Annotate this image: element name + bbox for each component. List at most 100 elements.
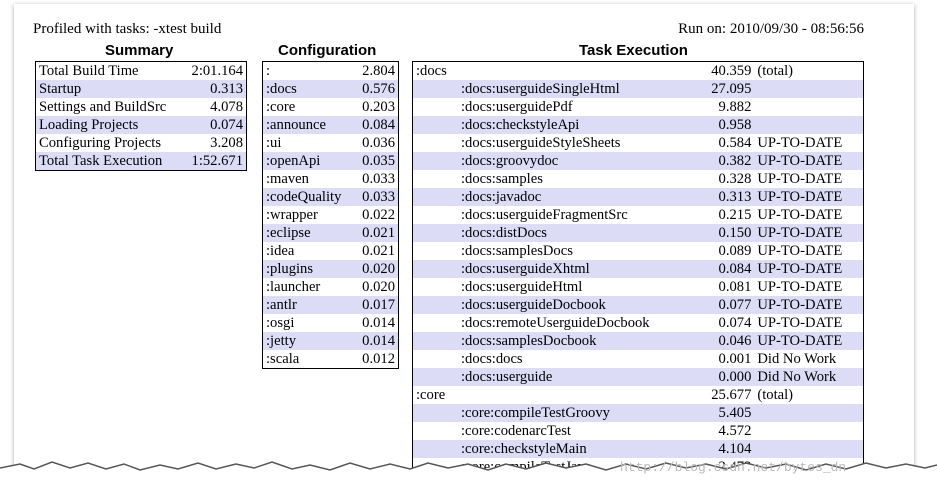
summary-title: Summary bbox=[105, 42, 174, 59]
configuration-row: :scala 0.012 bbox=[263, 350, 399, 369]
task-status bbox=[754, 116, 864, 134]
profiled-with-tasks: Profiled with tasks: -xtest build bbox=[33, 21, 222, 37]
task-row: :docs:groovydoc 0.382 UP-TO-DATE bbox=[412, 152, 864, 170]
configuration-project: :launcher bbox=[266, 279, 321, 295]
task-status: (total) bbox=[757, 387, 794, 403]
task-execution-table: :docs 40.359 (total):docs:userguideSingleH… bbox=[412, 61, 864, 477]
configuration-row: :eclipse 0.021 bbox=[262, 224, 399, 242]
task-time: 0.081 bbox=[718, 279, 752, 295]
configuration-project: :wrapper bbox=[266, 207, 318, 223]
configuration-time: 0.014 bbox=[362, 315, 395, 331]
summary-value: 0.074 bbox=[182, 116, 247, 134]
configuration-project: :plugins bbox=[262, 260, 355, 278]
task-status bbox=[754, 80, 864, 98]
task-row: :docs:userguidePdf 9.882 bbox=[413, 98, 864, 116]
task-status bbox=[754, 404, 864, 422]
task-time: 0.089 bbox=[718, 243, 752, 259]
task-time: 0.084 bbox=[699, 260, 755, 278]
task-row: :docs:distDocs 0.150 UP-TO-DATE bbox=[412, 224, 864, 242]
configuration-row: :codeQuality 0.033 bbox=[262, 188, 399, 206]
task-row: :docs:checkstyleApi 0.958 bbox=[412, 116, 864, 134]
task-row: :docs:samplesDocs 0.089 UP-TO-DATE bbox=[413, 242, 864, 260]
task-time: 0.074 bbox=[718, 315, 752, 331]
task-time: 0.077 bbox=[699, 296, 755, 314]
task-time: 0.150 bbox=[699, 224, 755, 242]
task-row: :docs:userguideDocbook 0.077 UP-TO-DATE bbox=[412, 296, 864, 314]
configuration-time: 0.036 bbox=[362, 135, 395, 151]
task-status bbox=[754, 98, 863, 116]
summary-label: Total Task Execution bbox=[35, 152, 183, 171]
task-name: :docs:userguideXhtml bbox=[412, 260, 700, 278]
summary-row: Loading Projects 0.074 bbox=[35, 116, 247, 134]
task-name: :docs:samplesDocbook bbox=[412, 332, 700, 350]
configuration-project: : bbox=[266, 63, 271, 79]
task-status: UP-TO-DATE bbox=[757, 243, 843, 259]
task-time: 0.958 bbox=[699, 116, 755, 134]
task-status: UP-TO-DATE bbox=[757, 279, 843, 295]
task-name: :docs:userguideHtml bbox=[461, 279, 583, 295]
summary-table: Total Build Time 2:01.164 Startup 0.313 Sett… bbox=[35, 61, 247, 171]
task-row: :docs:samples 0.328 UP-TO-DATE bbox=[413, 170, 864, 188]
configuration-title: Configuration bbox=[278, 42, 377, 59]
task-time: 0.215 bbox=[718, 207, 752, 223]
configuration-time: 0.014 bbox=[354, 332, 399, 350]
summary-label: Total Build Time bbox=[39, 63, 139, 79]
task-status: UP-TO-DATE bbox=[754, 296, 864, 314]
task-time: 0.000 bbox=[699, 368, 755, 386]
task-time: 0.046 bbox=[699, 332, 755, 350]
configuration-time: 0.020 bbox=[354, 260, 399, 278]
configuration-time: 0.017 bbox=[354, 296, 399, 314]
configuration-project: :antlr bbox=[262, 296, 355, 314]
task-name: :docs:userguideFragmentSrc bbox=[461, 207, 628, 223]
task-time: 0.328 bbox=[718, 171, 752, 187]
task-group-row: :core 25.677 (total) bbox=[413, 386, 864, 404]
task-time: 40.359 bbox=[711, 63, 752, 79]
task-name: :docs:samples bbox=[461, 171, 543, 187]
task-status: UP-TO-DATE bbox=[754, 188, 864, 206]
configuration-row: :launcher 0.020 bbox=[263, 278, 399, 296]
task-status: UP-TO-DATE bbox=[754, 260, 864, 278]
task-name: :docs:docs bbox=[461, 351, 523, 367]
configuration-project: :ui bbox=[266, 135, 282, 151]
summary-row: Total Task Execution 1:52.671 bbox=[35, 152, 247, 171]
summary-value: 3.208 bbox=[210, 135, 243, 151]
task-time: 9.882 bbox=[718, 99, 752, 115]
summary-row: Configuring Projects 3.208 bbox=[36, 134, 247, 152]
configuration-row: : 2.804 bbox=[263, 62, 399, 81]
configuration-project: :jetty bbox=[262, 332, 355, 350]
task-row: :docs:docs 0.001 Did No Work bbox=[413, 350, 864, 368]
task-time: 0.313 bbox=[699, 188, 755, 206]
task-time: 27.095 bbox=[699, 80, 755, 98]
task-name: :docs:checkstyleApi bbox=[412, 116, 700, 134]
configuration-project: :eclipse bbox=[262, 224, 355, 242]
configuration-time: 0.033 bbox=[354, 188, 399, 206]
task-name: :docs:javadoc bbox=[412, 188, 700, 206]
summary-label: Loading Projects bbox=[35, 116, 183, 134]
task-name: :core:compileTestGroovy bbox=[412, 404, 700, 422]
task-name: :core bbox=[416, 387, 446, 403]
summary-row: Startup 0.313 bbox=[35, 80, 247, 98]
configuration-time: 0.033 bbox=[362, 171, 395, 187]
task-name: :docs:userguide bbox=[412, 368, 700, 386]
task-time: 0.382 bbox=[699, 152, 755, 170]
task-name: :docs:userguideStyleSheets bbox=[461, 135, 621, 151]
configuration-row: :core 0.203 bbox=[263, 98, 399, 116]
task-status: UP-TO-DATE bbox=[754, 224, 864, 242]
task-row: :docs:userguideStyleSheets 0.584 UP-TO-DAT… bbox=[413, 134, 864, 152]
configuration-row: :openApi 0.035 bbox=[262, 152, 399, 170]
configuration-project: :core bbox=[266, 99, 296, 115]
task-group-row: :docs 40.359 (total) bbox=[413, 62, 864, 81]
configuration-row: :ui 0.036 bbox=[263, 134, 399, 152]
configuration-table: :2.804:docs 0.576:core 0.203:announce 0.084… bbox=[262, 61, 399, 369]
configuration-row: :osgi 0.014 bbox=[263, 314, 399, 332]
task-status: UP-TO-DATE bbox=[757, 207, 843, 223]
configuration-project: :openApi bbox=[262, 152, 355, 170]
task-time: 0.001 bbox=[718, 351, 752, 367]
configuration-row: :jetty 0.014 bbox=[262, 332, 399, 350]
task-status: UP-TO-DATE bbox=[754, 152, 864, 170]
task-status: Did No Work bbox=[757, 351, 837, 367]
task-status: Did No Work bbox=[754, 368, 864, 386]
configuration-row: :antlr 0.017 bbox=[262, 296, 399, 314]
configuration-row: :announce 0.084 bbox=[262, 116, 399, 134]
summary-value: 2:01.164 bbox=[191, 63, 243, 79]
